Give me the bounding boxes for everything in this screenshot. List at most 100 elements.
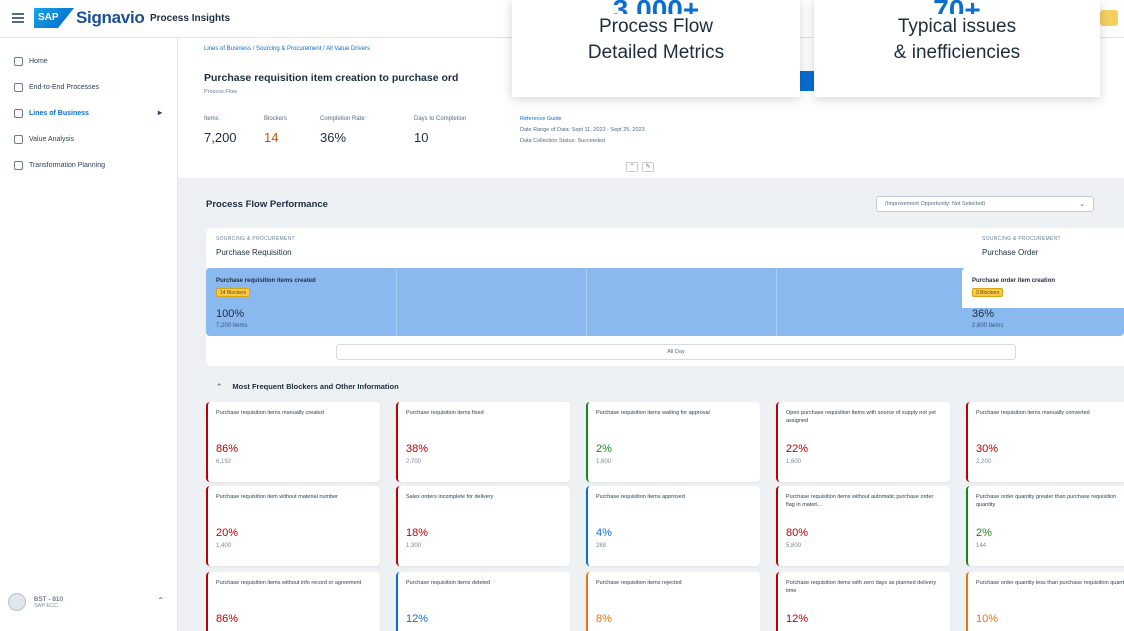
kpi-value: 14 bbox=[264, 130, 279, 145]
blocker-percent: 8% bbox=[596, 613, 612, 625]
section-title: Process Flow Performance bbox=[206, 199, 328, 210]
blocker-card[interactable]: Purchase requisition items with zero day… bbox=[776, 572, 950, 631]
blocker-percent: 12% bbox=[406, 613, 429, 625]
sap-logo[interactable]: SAP bbox=[34, 8, 74, 28]
reference-guide-link[interactable]: Reference Guide bbox=[520, 114, 645, 125]
blocker-percent: 18% bbox=[406, 527, 429, 539]
blocker-card[interactable]: Purchase requisition items deleted 12% bbox=[396, 572, 570, 631]
blockers-title: Most Frequent Blockers and Other Informa… bbox=[232, 382, 399, 391]
blocker-title: Purchase requisition items without info … bbox=[216, 580, 362, 586]
sidebar-item-home[interactable]: Home bbox=[14, 52, 164, 70]
callout-line: Typical issues bbox=[897, 16, 1017, 37]
blocker-title: Purchase requisition items deleted bbox=[406, 580, 491, 586]
flow-divider bbox=[396, 268, 397, 336]
improvement-opportunity-select[interactable]: (Improvement Opportunity: Not Selected) … bbox=[876, 196, 1094, 212]
blocker-title: Purchase requisition items manually crea… bbox=[216, 410, 324, 416]
stage-name: Purchase Requisition bbox=[216, 248, 292, 257]
blocker-title: Purchase order quantity less than purcha… bbox=[976, 580, 1124, 586]
blocker-percent: 4% bbox=[596, 527, 612, 539]
blocker-card[interactable]: Purchase requisition items rejected 8% bbox=[586, 572, 760, 631]
flow-step-items: 2,600 Items bbox=[972, 323, 1004, 329]
page-subtitle: Process Flow bbox=[204, 89, 238, 95]
sidebar-item-label: End-to-End Processes bbox=[29, 83, 100, 91]
business-icon bbox=[14, 108, 23, 118]
blocker-count: 2,700 bbox=[406, 459, 422, 465]
sidebar-item-transformation-planning[interactable]: Transformation Planning bbox=[14, 156, 164, 174]
sidebar-item-label: Home bbox=[29, 57, 48, 65]
chevron-down-icon: ⌄ bbox=[1079, 201, 1085, 208]
stage-name: Purchase Order bbox=[982, 248, 1039, 257]
blockers-badge[interactable]: 14 Blockers bbox=[216, 288, 251, 297]
blocker-title: Purchase requisition items approved bbox=[596, 494, 685, 500]
blocker-count: 144 bbox=[976, 543, 987, 549]
sidebar-item-label: Lines of Business bbox=[29, 109, 89, 117]
blocker-title: Purchase requisition items fixed bbox=[406, 410, 484, 416]
blocker-card[interactable]: Purchase requisition item without materi… bbox=[206, 486, 380, 566]
blocker-card[interactable]: Purchase requisition items approved 4% 288 bbox=[586, 486, 760, 566]
kpi-value: 7,200 bbox=[204, 130, 237, 145]
blocker-percent: 12% bbox=[786, 613, 809, 625]
breadcrumb[interactable]: Lines of Business / Sourcing & Procureme… bbox=[204, 46, 370, 52]
flow-step-items: 7,200 Items bbox=[216, 323, 248, 329]
blocker-percent: 10% bbox=[976, 613, 999, 625]
blocker-card[interactable]: Purchase requisition items without autom… bbox=[776, 486, 950, 566]
blockers-badge[interactable]: 3 Blockers bbox=[972, 288, 1004, 297]
process-flow: SOURCING & PROCUREMENT Purchase Requisit… bbox=[206, 228, 1124, 366]
sidebar-item-label: Value Analysis bbox=[29, 135, 75, 143]
kpi-completion-rate: Completion Rate 36% bbox=[320, 116, 365, 145]
notification-badge[interactable] bbox=[1100, 10, 1118, 26]
blocker-card[interactable]: Purchase requisition items manually conv… bbox=[966, 402, 1124, 482]
blocker-card[interactable]: Open purchase requisition items with sou… bbox=[776, 402, 950, 482]
user-name: BST - 810 bbox=[34, 595, 64, 603]
blocker-title: Purchase requisition items without autom… bbox=[786, 494, 934, 508]
flow-step-percent: 100% bbox=[216, 308, 245, 320]
blocker-card[interactable]: Purchase order quantity less than purcha… bbox=[966, 572, 1124, 631]
stage-category: SOURCING & PROCUREMENT bbox=[216, 236, 295, 242]
blocker-percent: 2% bbox=[976, 527, 992, 539]
blocker-percent: 38% bbox=[406, 443, 429, 455]
blockers-section-header[interactable]: ⌃ Most Frequent Blockers and Other Infor… bbox=[216, 382, 399, 391]
kpi-label: Days to Completion bbox=[414, 116, 467, 122]
user-switcher[interactable]: BST - 810 SAP ECC ⌃ bbox=[8, 587, 168, 617]
data-info: Reference Guide Date Range of Data: Sept… bbox=[520, 114, 645, 147]
blocker-card[interactable]: Purchase order quantity greater than pur… bbox=[966, 486, 1124, 566]
blocker-percent: 80% bbox=[786, 527, 809, 539]
value-icon bbox=[14, 134, 23, 144]
callout-line: Detailed Metrics bbox=[587, 42, 725, 63]
blocker-title: Purchase requisition items with zero day… bbox=[786, 580, 937, 594]
blocker-card[interactable]: Purchase requisition items waiting for a… bbox=[586, 402, 760, 482]
menu-icon[interactable] bbox=[12, 13, 24, 23]
header-toolbar: ⌃ ✎ bbox=[626, 162, 654, 172]
collection-status: Data Collection Status: Succeeded bbox=[520, 138, 605, 144]
sidebar-item-end-to-end[interactable]: End-to-End Processes bbox=[14, 78, 164, 96]
blocker-title: Purchase order quantity greater than pur… bbox=[976, 494, 1117, 508]
product-name: Process Insights bbox=[150, 13, 231, 24]
chevron-up-down-icon: ⌃ bbox=[157, 596, 164, 605]
blocker-title: Purchase requisition items waiting for a… bbox=[596, 410, 710, 416]
blocker-percent: 22% bbox=[786, 443, 809, 455]
collapse-icon[interactable]: ⌃ bbox=[626, 162, 638, 172]
blocker-title: Sales orders incomplete for delivery bbox=[406, 494, 494, 500]
blocker-title: Purchase requisition item without materi… bbox=[216, 494, 338, 500]
blocker-card[interactable]: Purchase requisition items without info … bbox=[206, 572, 380, 631]
blocker-card[interactable]: Purchase requisition items manually crea… bbox=[206, 402, 380, 482]
blocker-percent: 30% bbox=[976, 443, 999, 455]
user-system: SAP ECC bbox=[34, 602, 59, 609]
page-title: Purchase requisition item creation to pu… bbox=[204, 72, 459, 84]
pin-icon[interactable]: ✎ bbox=[642, 162, 654, 172]
stage-category: SOURCING & PROCUREMENT bbox=[982, 236, 1061, 242]
blocker-count: 288 bbox=[596, 543, 607, 549]
time-filter[interactable]: All Day bbox=[336, 344, 1016, 360]
blocker-card[interactable]: Purchase requisition items fixed 38% 2,700 bbox=[396, 402, 570, 482]
sidebar-item-value-analysis[interactable]: Value Analysis bbox=[14, 130, 164, 148]
blocker-count: 1,400 bbox=[216, 543, 232, 549]
sidebar-item-label: Transformation Planning bbox=[29, 161, 106, 169]
kpi-label: Blockers bbox=[264, 116, 288, 122]
blocker-card[interactable]: Sales orders incomplete for delivery 18% 1… bbox=[396, 486, 570, 566]
blocker-title: Purchase requisition items rejected bbox=[596, 580, 682, 586]
brand-name: Signavio bbox=[76, 8, 145, 27]
sidebar-item-lines-of-business[interactable]: Lines of Business ▸ bbox=[14, 104, 164, 122]
date-range: Date Range of Data: Sept 11, 2023 - Sept… bbox=[520, 127, 645, 133]
blocker-count: 1,300 bbox=[406, 543, 422, 549]
callout-number: 70+ bbox=[814, 0, 1100, 14]
